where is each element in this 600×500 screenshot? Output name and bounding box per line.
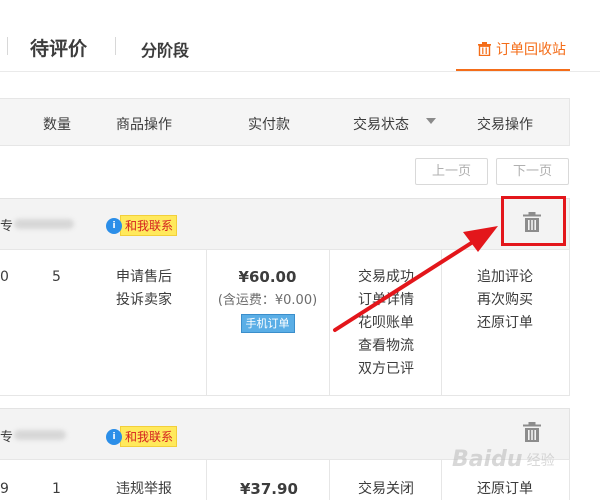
chat-bubble-icon: i (106, 428, 122, 445)
watermark-sub: 经验 (526, 452, 555, 469)
baidu-watermark: Baidu 经验 (452, 447, 555, 472)
annotation-arrow (333, 226, 498, 332)
watermark-brand: Baidu (452, 447, 523, 472)
chat-bubble-icon: i (106, 217, 122, 234)
